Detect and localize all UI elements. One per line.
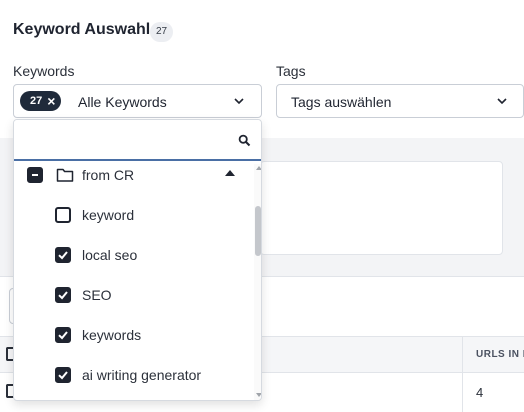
scrollbar[interactable]	[254, 164, 261, 400]
keywords-label: Keywords	[13, 63, 75, 79]
tags-select-placeholder: Tags auswählen	[291, 94, 392, 110]
option-keywords[interactable]: keywords	[14, 315, 254, 355]
keyword-count-badge: 27	[150, 22, 173, 42]
keywords-select-value: Alle Keywords	[78, 94, 167, 110]
option-label: local seo	[82, 247, 138, 263]
partial-checkbox-icon[interactable]	[27, 167, 43, 183]
chevron-down-icon[interactable]	[233, 95, 245, 107]
keywords-dropdown: from CR keyword local seo SEO keywords a…	[13, 119, 262, 401]
checkbox-checked-icon[interactable]	[55, 327, 71, 343]
option-label: keywords	[82, 327, 142, 343]
checkbox-icon[interactable]	[55, 207, 71, 223]
scrollbar-thumb[interactable]	[255, 206, 261, 256]
checkbox-checked-icon[interactable]	[55, 247, 71, 263]
option-label: SEO	[82, 287, 112, 303]
scroll-up-icon[interactable]	[256, 166, 261, 170]
table-cell-urls: 4	[476, 385, 484, 400]
chip-count: 27	[30, 95, 43, 107]
tags-label: Tags	[276, 63, 306, 79]
info-card	[260, 161, 503, 255]
chevron-down-icon[interactable]	[496, 95, 508, 107]
option-label: keyword	[82, 207, 135, 223]
column-header-urls[interactable]: URLS IN I	[476, 349, 524, 360]
checkbox-checked-icon[interactable]	[55, 367, 71, 383]
option-label: ai writing generator	[82, 367, 202, 383]
scroll-down-icon[interactable]	[256, 393, 261, 397]
keywords-select[interactable]: 27 × Alle Keywords	[13, 84, 262, 118]
page-title: Keyword Auswahl	[13, 21, 151, 38]
option-keyword[interactable]: keyword	[14, 195, 254, 235]
collapse-icon[interactable]	[225, 170, 235, 176]
option-local-seo[interactable]: local seo	[14, 235, 254, 275]
option-ai-writing-generator[interactable]: ai writing generator	[14, 355, 254, 395]
tags-select[interactable]: Tags auswählen	[276, 84, 524, 118]
group-label: from CR	[82, 167, 135, 183]
folder-icon	[56, 168, 74, 182]
checkbox-checked-icon[interactable]	[55, 287, 71, 303]
keyword-count-chip: 27 ×	[20, 91, 62, 111]
option-seo[interactable]: SEO	[14, 275, 254, 315]
column-divider	[462, 336, 463, 412]
search-icon[interactable]	[238, 134, 251, 147]
close-icon[interactable]: ×	[47, 91, 55, 111]
option-group-from-cr[interactable]: from CR	[14, 155, 254, 195]
